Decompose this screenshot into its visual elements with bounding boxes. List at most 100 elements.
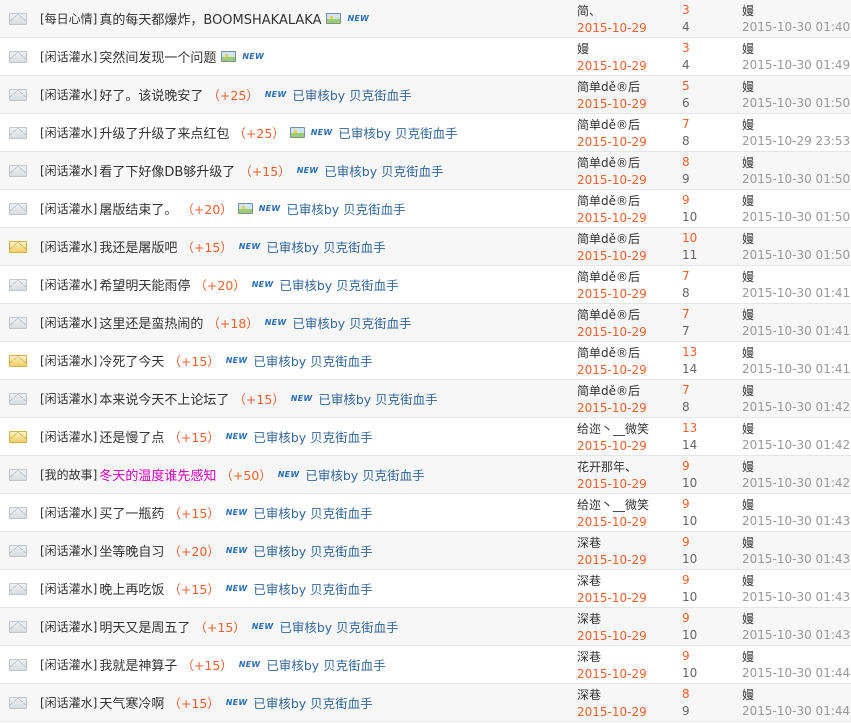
hot-envelope-icon[interactable] bbox=[9, 354, 27, 367]
reply-count[interactable]: 3 bbox=[682, 41, 690, 55]
envelope-icon[interactable] bbox=[9, 278, 27, 291]
author-link[interactable]: 深巷 bbox=[577, 610, 601, 627]
audit-status-link[interactable]: 已审核by 贝克街血手 bbox=[253, 693, 372, 712]
thread-title-link[interactable]: 希望明天能雨停 bbox=[99, 275, 190, 294]
thread-title-link[interactable]: 冬天的温度谁先感知 bbox=[99, 465, 216, 484]
envelope-icon[interactable] bbox=[9, 88, 27, 101]
reply-count[interactable]: 8 bbox=[682, 155, 690, 169]
envelope-icon[interactable] bbox=[9, 582, 27, 595]
thread-title-link[interactable]: 看了下好像DB够升级了 bbox=[99, 161, 235, 180]
envelope-icon[interactable] bbox=[9, 392, 27, 405]
last-post-time[interactable]: 2015-10-30 01:41 bbox=[742, 324, 850, 338]
audit-status-link[interactable]: 已审核by 贝克街血手 bbox=[279, 617, 398, 636]
thread-title-link[interactable]: 真的每天都爆炸，BOOMSHAKALAKA bbox=[99, 9, 321, 28]
author-link[interactable]: 给迩丶__微笑 bbox=[577, 496, 649, 513]
envelope-icon[interactable] bbox=[9, 202, 27, 215]
thread-title-link[interactable]: 天气寒冷啊 bbox=[99, 693, 164, 712]
last-poster-link[interactable]: 嫚 bbox=[742, 534, 754, 551]
last-post-time[interactable]: 2015-10-30 01:40 bbox=[742, 20, 850, 34]
audit-status-link[interactable]: 已审核by 贝克街血手 bbox=[338, 123, 457, 142]
thread-category-link[interactable]: [闲话灌水] bbox=[40, 428, 97, 445]
audit-status-link[interactable]: 已审核by 贝克街血手 bbox=[253, 427, 372, 446]
last-post-time[interactable]: 2015-10-30 01:41 bbox=[742, 286, 850, 300]
audit-status-link[interactable]: 已审核by 贝克街血手 bbox=[279, 275, 398, 294]
author-link[interactable]: 深巷 bbox=[577, 686, 601, 703]
envelope-icon[interactable] bbox=[9, 316, 27, 329]
reply-count[interactable]: 5 bbox=[682, 79, 690, 93]
thread-category-link[interactable]: [闲话灌水] bbox=[40, 200, 97, 217]
thread-category-link[interactable]: [闲话灌水] bbox=[40, 542, 97, 559]
thread-title-link[interactable]: 屠版结束了。 bbox=[99, 199, 177, 218]
thread-title-link[interactable]: 本来说今天不上论坛了 bbox=[99, 389, 229, 408]
last-post-time[interactable]: 2015-10-30 01:50 bbox=[742, 96, 850, 110]
envelope-icon[interactable] bbox=[9, 544, 27, 557]
last-post-time[interactable]: 2015-10-29 23:53 bbox=[742, 134, 850, 148]
envelope-icon[interactable] bbox=[9, 468, 27, 481]
last-post-time[interactable]: 2015-10-30 01:42 bbox=[742, 400, 850, 414]
thread-category-link[interactable]: [闲话灌水] bbox=[40, 314, 97, 331]
thread-title-link[interactable]: 我就是神算子 bbox=[99, 655, 177, 674]
audit-status-link[interactable]: 已审核by 贝克街血手 bbox=[286, 199, 405, 218]
thread-category-link[interactable]: [闲话灌水] bbox=[40, 504, 97, 521]
last-post-time[interactable]: 2015-10-30 01:44 bbox=[742, 704, 850, 718]
reply-count[interactable]: 9 bbox=[682, 459, 690, 473]
audit-status-link[interactable]: 已审核by 贝克街血手 bbox=[292, 313, 411, 332]
last-post-time[interactable]: 2015-10-30 01:43 bbox=[742, 552, 850, 566]
thread-category-link[interactable]: [闲话灌水] bbox=[40, 238, 97, 255]
thread-category-link[interactable]: [闲话灌水] bbox=[40, 694, 97, 711]
last-poster-link[interactable]: 嫚 bbox=[742, 648, 754, 665]
audit-status-link[interactable]: 已审核by 贝克街血手 bbox=[253, 579, 372, 598]
thread-category-link[interactable]: [闲话灌水] bbox=[40, 618, 97, 635]
thread-category-link[interactable]: [闲话灌水] bbox=[40, 390, 97, 407]
last-post-time[interactable]: 2015-10-30 01:43 bbox=[742, 628, 850, 642]
thread-category-link[interactable]: [每日心情] bbox=[40, 10, 97, 27]
author-link[interactable]: 深巷 bbox=[577, 648, 601, 665]
reply-count[interactable]: 3 bbox=[682, 3, 690, 17]
thread-title-link[interactable]: 这里还是蛮热闹的 bbox=[99, 313, 203, 332]
last-poster-link[interactable]: 嫚 bbox=[742, 2, 754, 19]
audit-status-link[interactable]: 已审核by 贝克街血手 bbox=[324, 161, 443, 180]
audit-status-link[interactable]: 已审核by 贝克街血手 bbox=[318, 389, 437, 408]
last-poster-link[interactable]: 嫚 bbox=[742, 610, 754, 627]
thread-title-link[interactable]: 晚上再吃饭 bbox=[99, 579, 164, 598]
author-link[interactable]: 给迩丶__微笑 bbox=[577, 420, 649, 437]
thread-title-link[interactable]: 好了。该说晚安了 bbox=[99, 85, 203, 104]
thread-category-link[interactable]: [闲话灌水] bbox=[40, 162, 97, 179]
last-post-time[interactable]: 2015-10-30 01:50 bbox=[742, 248, 850, 262]
author-link[interactable]: 简、 bbox=[577, 2, 601, 19]
last-post-time[interactable]: 2015-10-30 01:43 bbox=[742, 590, 850, 604]
last-post-time[interactable]: 2015-10-30 01:41 bbox=[742, 362, 850, 376]
reply-count[interactable]: 9 bbox=[682, 193, 690, 207]
reply-count[interactable]: 10 bbox=[682, 231, 697, 245]
last-post-time[interactable]: 2015-10-30 01:50 bbox=[742, 210, 850, 224]
thread-category-link[interactable]: [闲话灌水] bbox=[40, 656, 97, 673]
audit-status-link[interactable]: 已审核by 贝克街血手 bbox=[292, 85, 411, 104]
hot-envelope-icon[interactable] bbox=[9, 430, 27, 443]
author-link[interactable]: 简单dě®后 bbox=[577, 78, 640, 95]
audit-status-link[interactable]: 已审核by 贝克街血手 bbox=[253, 503, 372, 522]
last-post-time[interactable]: 2015-10-30 01:42 bbox=[742, 438, 850, 452]
thread-category-link[interactable]: [闲话灌水] bbox=[40, 580, 97, 597]
envelope-icon[interactable] bbox=[9, 12, 27, 25]
last-poster-link[interactable]: 嫚 bbox=[742, 420, 754, 437]
last-post-time[interactable]: 2015-10-30 01:44 bbox=[742, 666, 850, 680]
thread-title-link[interactable]: 还是慢了点 bbox=[99, 427, 164, 446]
author-link[interactable]: 简单dě®后 bbox=[577, 306, 640, 323]
author-link[interactable]: 深巷 bbox=[577, 572, 601, 589]
audit-status-link[interactable]: 已审核by 贝克街血手 bbox=[266, 655, 385, 674]
author-link[interactable]: 简单dě®后 bbox=[577, 192, 640, 209]
last-poster-link[interactable]: 嫚 bbox=[742, 572, 754, 589]
last-poster-link[interactable]: 嫚 bbox=[742, 382, 754, 399]
reply-count[interactable]: 13 bbox=[682, 345, 697, 359]
reply-count[interactable]: 7 bbox=[682, 117, 690, 131]
author-link[interactable]: 简单dě®后 bbox=[577, 344, 640, 361]
reply-count[interactable]: 7 bbox=[682, 383, 690, 397]
author-link[interactable]: 深巷 bbox=[577, 534, 601, 551]
thread-category-link[interactable]: [闲话灌水] bbox=[40, 352, 97, 369]
reply-count[interactable]: 9 bbox=[682, 535, 690, 549]
envelope-icon[interactable] bbox=[9, 50, 27, 63]
envelope-icon[interactable] bbox=[9, 506, 27, 519]
reply-count[interactable]: 7 bbox=[682, 307, 690, 321]
envelope-icon[interactable] bbox=[9, 696, 27, 709]
reply-count[interactable]: 9 bbox=[682, 573, 690, 587]
